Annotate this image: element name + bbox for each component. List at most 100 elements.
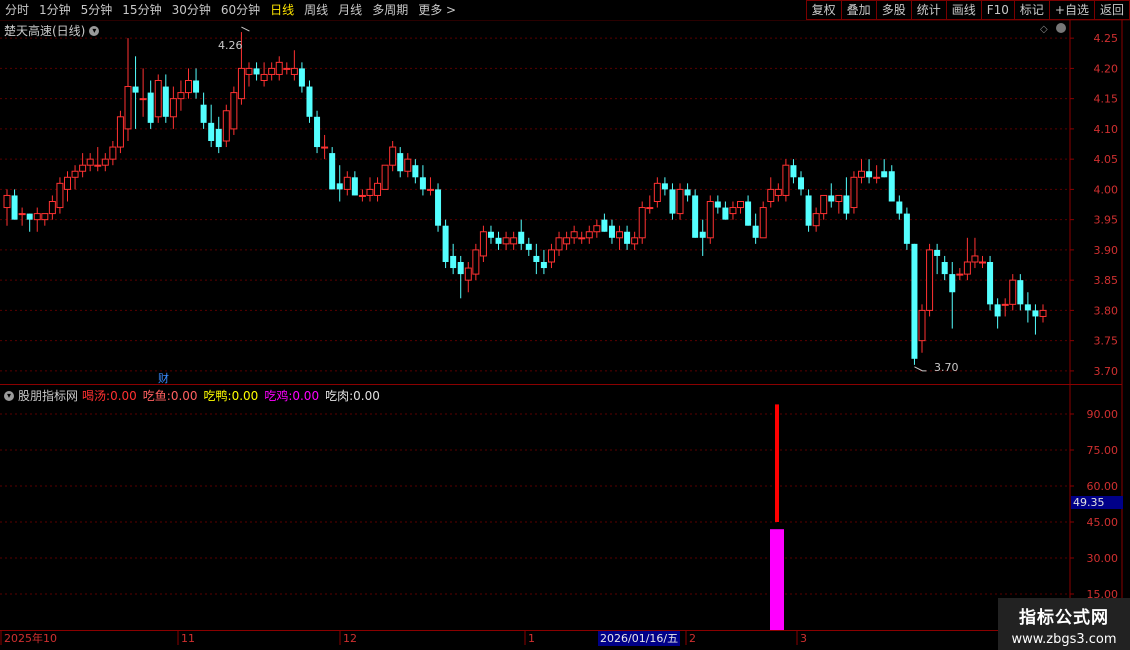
candle-body-up xyxy=(222,110,230,142)
candle-body-down xyxy=(601,219,608,232)
candle-body-down xyxy=(949,274,956,293)
selected-date-label: 2026/01/16/五 xyxy=(598,631,681,646)
candle-body-down xyxy=(1017,280,1024,305)
chevron-down-icon[interactable]: ▾ xyxy=(89,25,100,36)
candle-body-down xyxy=(624,231,631,244)
indicator-column-bar xyxy=(770,529,784,630)
candle-body-up xyxy=(570,231,578,239)
candle-body-up xyxy=(374,182,382,196)
chevron-down-icon[interactable]: ▾ xyxy=(4,390,14,401)
candle-body-up xyxy=(275,61,283,75)
candle-body-up xyxy=(926,249,934,311)
candle-body-up xyxy=(820,194,828,215)
candle-body-up xyxy=(646,207,654,210)
candle-body-up xyxy=(63,176,71,190)
candle-body-up xyxy=(971,255,979,263)
indicator-item-value-0: 0.00 xyxy=(110,388,137,403)
candle-body-up xyxy=(850,176,858,209)
candle-body-down xyxy=(798,177,805,190)
candle-body-up xyxy=(653,182,661,203)
candle-body-up xyxy=(767,188,775,202)
candle-body-up xyxy=(464,267,472,281)
candle-body-up xyxy=(631,237,639,245)
candle-body-down xyxy=(525,243,532,250)
time-axis-label-3: 1 xyxy=(528,632,535,645)
candle-body-up xyxy=(918,309,926,342)
candle-body-up xyxy=(48,201,56,215)
candle-body-down xyxy=(351,177,358,196)
time-axis-label-1: 11 xyxy=(181,632,195,645)
candle-body-up xyxy=(1009,279,1017,305)
candle-body-up xyxy=(124,86,132,130)
candle-body-up xyxy=(835,194,843,202)
candle-body-up xyxy=(101,158,109,166)
candle-body-down xyxy=(941,262,948,275)
watermark: 指标公式网 www.zbgs3.com xyxy=(998,598,1130,650)
candle-body-up xyxy=(729,207,737,215)
candle-body-up xyxy=(547,249,555,263)
indicator-item-label-3: 吃鸡: xyxy=(264,389,293,403)
candle-body-down xyxy=(495,237,502,244)
candle-body-down xyxy=(11,195,18,220)
candle-body-up xyxy=(177,92,185,100)
candle-body-down xyxy=(684,189,691,196)
indicator-item-value-3: 0.00 xyxy=(292,388,320,403)
candle-body-up xyxy=(706,201,714,239)
candle-body-up xyxy=(71,170,79,178)
circle-icon[interactable] xyxy=(1056,23,1066,33)
candle-body-up xyxy=(56,182,64,209)
candle-body-up xyxy=(759,207,767,239)
candle-body-up xyxy=(230,92,238,130)
low-marker-pointer xyxy=(914,366,927,372)
diamond-icon[interactable]: ◇ xyxy=(1040,24,1048,35)
candle-body-down xyxy=(828,195,835,202)
time-axis-label-2: 12 xyxy=(343,632,357,645)
candle-body-up xyxy=(260,73,268,81)
candle-body-up xyxy=(737,201,745,209)
finance-event-marker[interactable]: 财 xyxy=(158,370,169,386)
candle-body-up xyxy=(381,164,389,190)
main-chart-header: 楚天高速(日线) ▾ xyxy=(4,22,100,39)
candle-body-up xyxy=(41,213,49,221)
candle-body-up xyxy=(18,213,26,216)
candle-body-down xyxy=(805,195,812,226)
price-axis-label-6: 3.95 xyxy=(1094,214,1119,227)
candle-body-down xyxy=(518,231,525,244)
candle-body-down xyxy=(412,165,419,178)
price-axis-label-11: 3.70 xyxy=(1094,365,1119,378)
candle-body-up xyxy=(245,67,253,75)
candle-body-down xyxy=(692,195,699,238)
candle-body-up xyxy=(321,146,329,149)
indicator-item-value-1: 0.00 xyxy=(170,388,198,403)
candle-body-down xyxy=(994,304,1001,317)
time-axis-label-0: 2025年10 xyxy=(4,631,57,645)
cursor-value-label: 49.35 xyxy=(1071,496,1123,509)
watermark-url: www.zbgs3.com xyxy=(1011,632,1117,647)
price-axis-label-5: 4.00 xyxy=(1094,183,1119,196)
indicator-axis-label-4: 30.00 xyxy=(1087,552,1119,565)
candle-body-up xyxy=(109,146,117,160)
price-axis-label-0: 4.25 xyxy=(1094,32,1119,45)
candle-body-down xyxy=(533,255,540,262)
indicator-item-value-2: 0.00 xyxy=(231,388,259,403)
candle-body-down xyxy=(866,171,873,178)
candle-body-up xyxy=(979,261,987,264)
candle-body-down xyxy=(843,195,850,214)
price-axis-label-2: 4.15 xyxy=(1094,93,1119,106)
price-axis-label-10: 3.75 xyxy=(1094,335,1119,348)
candle-body-up xyxy=(184,80,192,94)
indicator-axis-label-2: 60.00 xyxy=(1087,480,1119,493)
candle-body-down xyxy=(200,104,207,123)
candle-body-up xyxy=(782,164,790,196)
stock-title: 楚天高速(日线) xyxy=(4,24,86,38)
indicator-item-label-1: 吃鱼: xyxy=(142,389,171,403)
candle-body-down xyxy=(934,249,941,256)
candle-body-down xyxy=(881,171,888,178)
candle-body-up xyxy=(676,188,684,215)
high-price-label: 4.26 xyxy=(218,39,243,52)
candle-body-up xyxy=(404,158,412,172)
candle-body-up xyxy=(479,231,487,257)
candle-body-down xyxy=(253,68,260,75)
candle-body-up xyxy=(154,80,162,118)
candle-body-up xyxy=(963,261,971,275)
